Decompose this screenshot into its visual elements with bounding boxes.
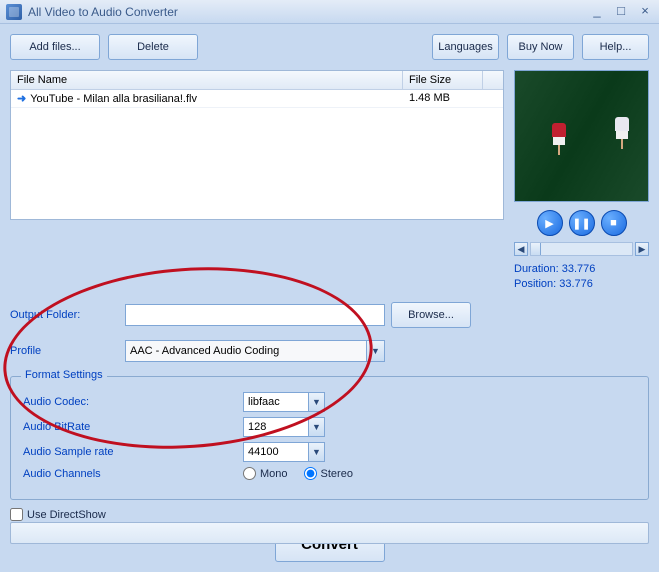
duration-value: 33.776 (562, 263, 596, 275)
use-directshow-checkbox[interactable] (10, 508, 23, 521)
stop-button[interactable]: ■ (601, 210, 627, 236)
arrow-icon: ➜ (17, 93, 26, 105)
chevron-down-icon: ▼ (366, 341, 384, 361)
titlebar: All Video to Audio Converter _ □ × (0, 0, 659, 24)
output-folder-input[interactable] (125, 304, 385, 326)
audio-codec-select[interactable]: libfaac▼ (243, 392, 325, 412)
output-folder-label: Output Folder: (10, 309, 125, 321)
minimize-button[interactable]: _ (589, 5, 605, 19)
duration-label: Duration: (514, 263, 559, 275)
maximize-button[interactable]: □ (613, 5, 629, 19)
position-label: Position: (514, 278, 556, 290)
file-table[interactable]: File Name File Size ➜ YouTube - Milan all… (10, 70, 504, 220)
audio-bitrate-select[interactable]: 128▼ (243, 417, 325, 437)
mono-radio[interactable]: Mono (243, 467, 288, 480)
column-filename[interactable]: File Name (11, 71, 403, 89)
file-name: YouTube - Milan alla brasiliana!.flv (30, 93, 197, 105)
audio-samplerate-select[interactable]: 44100▼ (243, 442, 325, 462)
table-row[interactable]: ➜ YouTube - Milan alla brasiliana!.flv 1.… (11, 90, 503, 108)
chevron-down-icon: ▼ (308, 443, 324, 461)
delete-button[interactable]: Delete (108, 34, 198, 60)
window-title: All Video to Audio Converter (28, 5, 178, 19)
use-directshow-label: Use DirectShow (27, 509, 106, 521)
chevron-down-icon: ▼ (308, 418, 324, 436)
close-button[interactable]: × (637, 5, 653, 19)
position-value: 33.776 (559, 278, 593, 290)
column-filesize[interactable]: File Size (403, 71, 483, 89)
column-padding (483, 71, 503, 89)
add-files-button[interactable]: Add files... (10, 34, 100, 60)
browse-button[interactable]: Browse... (391, 302, 471, 328)
help-button[interactable]: Help... (582, 34, 649, 60)
status-bar (10, 522, 649, 544)
languages-button[interactable]: Languages (432, 34, 499, 60)
seek-bar[interactable]: ◀ ▶ (514, 242, 649, 256)
seek-left-icon[interactable]: ◀ (514, 242, 528, 256)
format-settings: Format Settings Audio Codec: libfaac▼ Au… (10, 376, 649, 500)
pause-button[interactable]: ❚❚ (569, 210, 595, 236)
audio-samplerate-label: Audio Sample rate (23, 446, 243, 458)
audio-channels-label: Audio Channels (23, 468, 243, 480)
chevron-down-icon: ▼ (308, 393, 324, 411)
format-legend: Format Settings (21, 369, 107, 381)
app-icon (6, 4, 22, 20)
file-size: 1.48 MB (403, 90, 483, 107)
profile-label: Profile (10, 345, 125, 357)
stereo-radio[interactable]: Stereo (304, 467, 353, 480)
audio-codec-label: Audio Codec: (23, 396, 243, 408)
profile-select[interactable]: AAC - Advanced Audio Coding ▼ (125, 340, 385, 362)
preview-video[interactable] (514, 70, 649, 202)
buy-now-button[interactable]: Buy Now (507, 34, 574, 60)
audio-bitrate-label: Audio BitRate (23, 421, 243, 433)
play-button[interactable]: ▶ (537, 210, 563, 236)
seek-right-icon[interactable]: ▶ (635, 242, 649, 256)
